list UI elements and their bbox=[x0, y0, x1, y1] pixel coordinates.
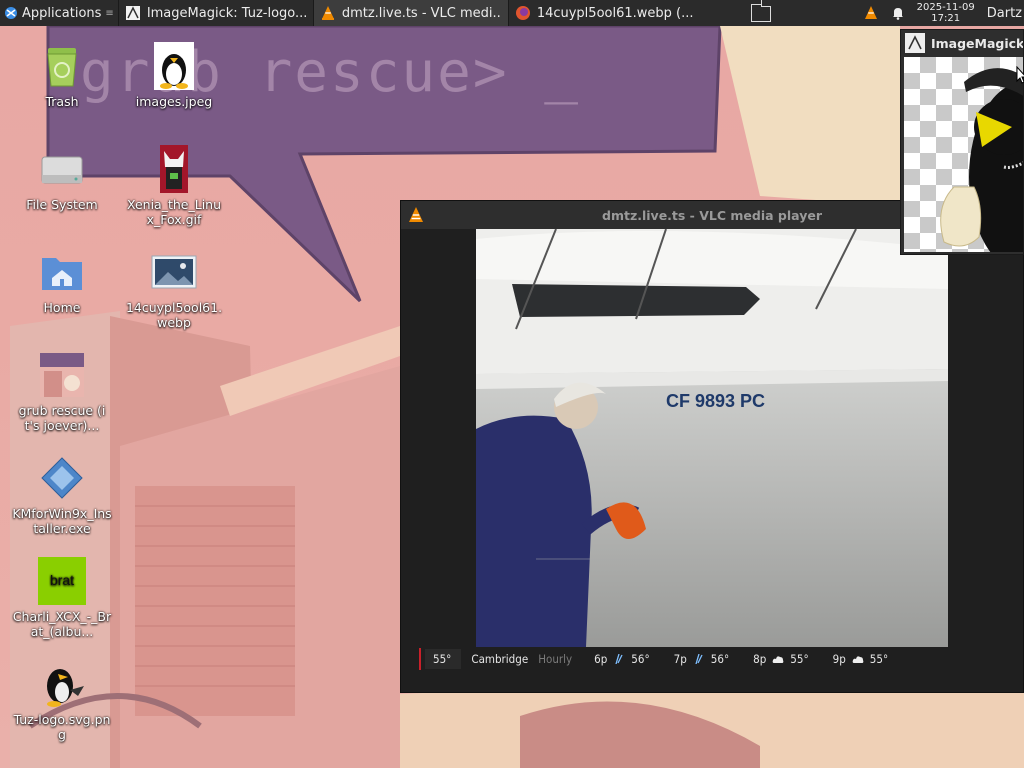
desktop-icon-file-system[interactable]: File System bbox=[12, 145, 112, 212]
tux-image-icon bbox=[154, 42, 194, 90]
video-frame[interactable]: CF 9893 PC bbox=[476, 229, 948, 647]
weather-ticker: 55° Cambridge Hourly 6p 56° 7p 56° 8p 55… bbox=[419, 647, 889, 671]
slot-time: 8p bbox=[753, 652, 767, 666]
image-canvas[interactable] bbox=[904, 57, 1023, 252]
system-tray: 2025-11-09 17:21 Dartz bbox=[863, 0, 1024, 26]
slot-temp: 55° bbox=[790, 652, 809, 666]
desktop-icon-charli-xcx-brat[interactable]: brat Charli_XCX_-_Brat_(albu... bbox=[12, 557, 112, 639]
vlc-window[interactable]: dmtz.live.ts - VLC media player CF 9893 … bbox=[400, 200, 1024, 693]
cloud-icon bbox=[852, 656, 864, 663]
wind-icon bbox=[615, 654, 623, 664]
image-file-icon bbox=[40, 353, 84, 397]
drive-icon bbox=[41, 156, 83, 184]
ticker-location: Cambridge bbox=[471, 652, 529, 666]
vlc-tray-icon[interactable] bbox=[863, 5, 879, 21]
desktop-icon-xenia-gif[interactable]: Xenia_the_Linux_Fox.gif bbox=[124, 145, 224, 227]
taskbar: Applications ≡ ImageMagick: Tuz-logo... … bbox=[0, 0, 1024, 26]
taskbar-task-firefox[interactable]: 14cuypl5ool61.webp (... bbox=[507, 0, 703, 26]
task-title: 14cuypl5ool61.webp (... bbox=[536, 5, 694, 21]
desktop-icon-kmforwin9x[interactable]: KMforWin9x_Installer.exe bbox=[12, 454, 112, 536]
hourly-slot: 7p 56° bbox=[674, 652, 730, 666]
user-menu[interactable]: Dartz bbox=[987, 6, 1022, 21]
ticker-mode: Hourly bbox=[538, 652, 573, 666]
mouse-cursor-icon bbox=[1016, 66, 1024, 84]
imagemagick-window[interactable]: ImageMagick: Tuz-logo.svg.png bbox=[900, 29, 1024, 255]
taskbar-task-imagemagick[interactable]: ImageMagick: Tuz-logo... bbox=[117, 0, 313, 26]
svg-text:brat: brat bbox=[50, 572, 74, 588]
desktop-icon-images-jpeg[interactable]: images.jpeg bbox=[124, 42, 224, 109]
taskbar-task-vlc[interactable]: dmtz.live.ts - VLC medi... bbox=[312, 0, 508, 26]
slot-temp: 55° bbox=[869, 652, 889, 666]
slot-time: 7p bbox=[673, 652, 687, 666]
imagemagick-titlebar[interactable]: ImageMagick: Tuz-logo.svg.png bbox=[901, 30, 1023, 56]
hourly-slot: 8p 55° bbox=[753, 652, 809, 666]
slot-time: 6p bbox=[594, 652, 608, 666]
vlc-window-title: dmtz.live.ts - VLC media player bbox=[602, 207, 822, 223]
home-folder-icon bbox=[42, 258, 82, 290]
notification-bell-icon[interactable] bbox=[891, 6, 905, 20]
desktop-icon-trash[interactable]: Trash bbox=[12, 42, 112, 109]
clock-time: 17:21 bbox=[931, 13, 961, 24]
imagemagick-window-title: ImageMagick: Tuz-logo.svg.png bbox=[931, 35, 1024, 51]
desktop-icon-grub-rescue[interactable]: grub rescue (it's joever)... bbox=[12, 351, 112, 433]
slot-time: 9p bbox=[832, 652, 846, 666]
tuz-image-icon bbox=[47, 669, 84, 707]
brat-image-icon: brat bbox=[38, 557, 86, 605]
station-logo bbox=[419, 648, 421, 670]
desktop-icon-home[interactable]: Home bbox=[12, 248, 112, 315]
cloud-icon bbox=[772, 656, 784, 663]
task-title: dmtz.live.ts - VLC medi... bbox=[341, 5, 502, 21]
hull-registration-text: CF 9893 PC bbox=[666, 391, 765, 411]
hourly-slot: 9p 55° bbox=[833, 652, 889, 666]
hourly-slot: 6p 56° bbox=[594, 652, 650, 666]
clock-date: 2025-11-09 bbox=[916, 2, 975, 13]
task-title: ImageMagick: Tuz-logo... bbox=[146, 5, 307, 21]
desktop-icon-tuz-logo[interactable]: Tuz-logo.svg.png bbox=[12, 660, 112, 742]
fox-image-icon bbox=[160, 145, 188, 193]
tux-image bbox=[940, 68, 1023, 252]
current-temperature: 55° bbox=[425, 649, 462, 669]
imagemagick-icon bbox=[125, 6, 140, 20]
firefox-icon bbox=[515, 6, 530, 20]
exe-file-icon bbox=[41, 457, 83, 499]
trash-icon bbox=[47, 48, 77, 87]
applications-menu-button[interactable]: Applications ≡ bbox=[0, 0, 118, 26]
workspace-switcher[interactable] bbox=[750, 0, 771, 22]
image-file-icon bbox=[151, 255, 197, 289]
vlc-icon bbox=[321, 6, 334, 20]
xfce-logo-icon bbox=[5, 7, 17, 19]
slot-temp: 56° bbox=[710, 652, 730, 666]
wind-icon bbox=[695, 654, 703, 664]
applications-label: Applications bbox=[22, 5, 102, 21]
clock[interactable]: 2025-11-09 17:21 bbox=[917, 2, 975, 24]
desktop-icon-14cuypl5ool61-webp[interactable]: 14cuypl5ool61.webp bbox=[124, 248, 224, 330]
vlc-icon bbox=[409, 207, 423, 222]
slot-temp: 56° bbox=[631, 652, 650, 666]
imagemagick-icon bbox=[905, 33, 925, 53]
menu-handle-icon: ≡ bbox=[105, 7, 114, 19]
